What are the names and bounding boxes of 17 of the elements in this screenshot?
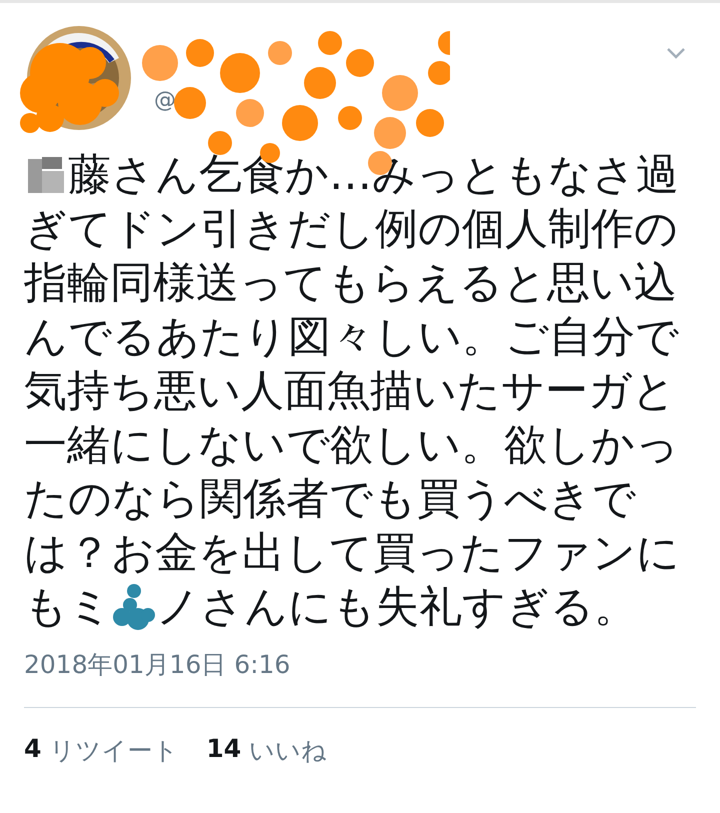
stat-count: 14 [206, 734, 242, 765]
tweet-text: んでるあたり図々しい。ご自分で [24, 311, 679, 364]
timestamp: 2018年01月16日 6:16 [24, 649, 292, 681]
tweet-text: は？お金を出して買ったファンに [24, 527, 680, 580]
tweet-text: もミ [24, 581, 112, 634]
tweet-text: 気持ち悪い人面魚描いたサーガと [24, 365, 676, 418]
stat-label: いいね [249, 735, 328, 767]
user-handle: @ [154, 88, 176, 113]
stat-label: リツイート [49, 735, 178, 767]
tweet-text: 一緒にしないで欲しい。欲しかっ [24, 419, 679, 472]
tweet-text: 指輪同様送ってもらえると思い込 [24, 257, 677, 310]
tweet-text: たのなら関係者でも買うべきで [24, 473, 636, 526]
tweet-text: ぎてドン引きだし例の個人制作の [24, 203, 678, 256]
tweet-text: ノさんにも失礼すぎる。 [156, 581, 637, 634]
chevron-down-icon[interactable] [666, 47, 686, 59]
stat-count: 4 [24, 734, 42, 765]
redaction-drawing [112, 583, 156, 631]
